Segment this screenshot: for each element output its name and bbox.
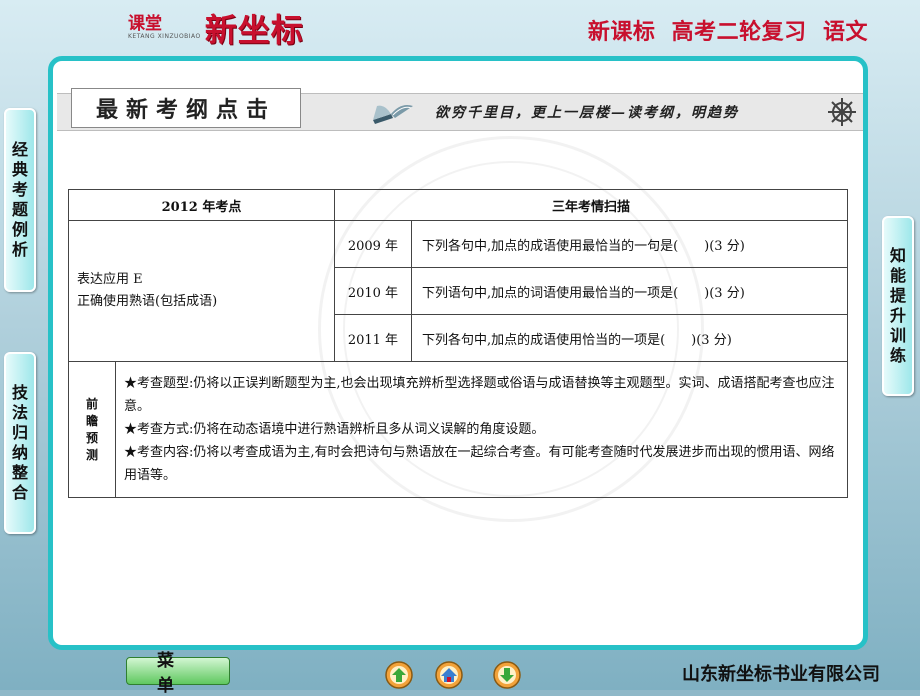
topic-line-1: 表达应用 E [77, 272, 143, 287]
down-arrow-icon[interactable] [492, 660, 522, 690]
logo-small-text: 课堂 [128, 14, 162, 34]
banner-slogan: 欲穷千里目，更上一层楼—读考纲，明趋势 [435, 105, 739, 121]
exam-table: 2012 年考点 三年考情扫描 表达应用 E 正确使用熟语(包括成语) 2009… [68, 189, 849, 498]
col-header-topic: 2012 年考点 [68, 189, 335, 221]
forecast-label-text: 前瞻预测 [85, 396, 98, 462]
forecast-item: ★考查题型:仍将以正误判断题型为主,也会出现填充辨析型选择题或俗语与成语替换等主… [124, 376, 835, 414]
col-header-scan: 三年考情扫描 [333, 189, 849, 221]
company-name: 山东新坐标书业有限公司 [682, 664, 880, 685]
year-cell: 2010 年 [333, 267, 412, 315]
logo-sub-text: KETANG XINZUOBIAO [128, 33, 201, 40]
topic-line-2: 正确使用熟语(包括成语) [77, 294, 218, 309]
tab-label: 技法归纳整合 [11, 383, 28, 502]
content-frame: 最新考纲点击 欲穷千里目，更上一层楼—读考纲，明趋势 2012 年考点 三年考情… [48, 56, 868, 650]
banner-label: 最新考纲点击 [71, 88, 301, 128]
tab-skill-training[interactable]: 知能提升训练 [882, 216, 914, 396]
year-cell: 2009 年 [333, 220, 412, 268]
forecast-cell: ★考查题型:仍将以正误判断题型为主,也会出现填充辨析型选择题或俗语与成语替换等主… [115, 361, 848, 498]
forecast-item: ★考查方式:仍将在动态语境中进行熟语辨析且多从词义误解的角度设题。 [124, 422, 545, 437]
logo-big-text: 新坐标 [204, 11, 304, 49]
dharma-wheel-icon [828, 98, 856, 126]
question-cell: 下列语句中,加点的词语使用最恰当的一项是( )(3 分) [410, 267, 849, 315]
book-icon [373, 105, 413, 124]
tab-method-summary[interactable]: 技法归纳整合 [4, 352, 36, 534]
tab-classic-examples[interactable]: 经典考题例析 [4, 108, 36, 292]
forecast-label: 前瞻预测 [68, 361, 116, 498]
page-title: 新课标 高考二轮复习 语文 [587, 20, 868, 45]
brand-logo: 课堂 KETANG XINZUOBIAO 新坐标 [128, 8, 304, 49]
question-cell: 下列各句中,加点的成语使用最恰当的一句是( )(3 分) [410, 220, 849, 268]
home-up-icon[interactable] [384, 660, 414, 690]
tab-label: 知能提升训练 [889, 246, 906, 365]
menu-button[interactable]: 菜单 [126, 651, 230, 696]
home-icon[interactable] [434, 660, 464, 690]
tab-label: 经典考题例析 [11, 140, 28, 259]
topic-cell: 表达应用 E 正确使用熟语(包括成语) [68, 220, 335, 362]
question-cell: 下列各句中,加点的成语使用恰当的一项是( )(3 分) [410, 314, 849, 362]
forecast-item: ★考查内容:仍将以考查成语为主,有时会把诗句与熟语放在一起综合考查。有可能考查随… [124, 445, 835, 483]
year-cell: 2011 年 [333, 314, 412, 362]
section-banner: 最新考纲点击 欲穷千里目，更上一层楼—读考纲，明趋势 [57, 88, 863, 131]
